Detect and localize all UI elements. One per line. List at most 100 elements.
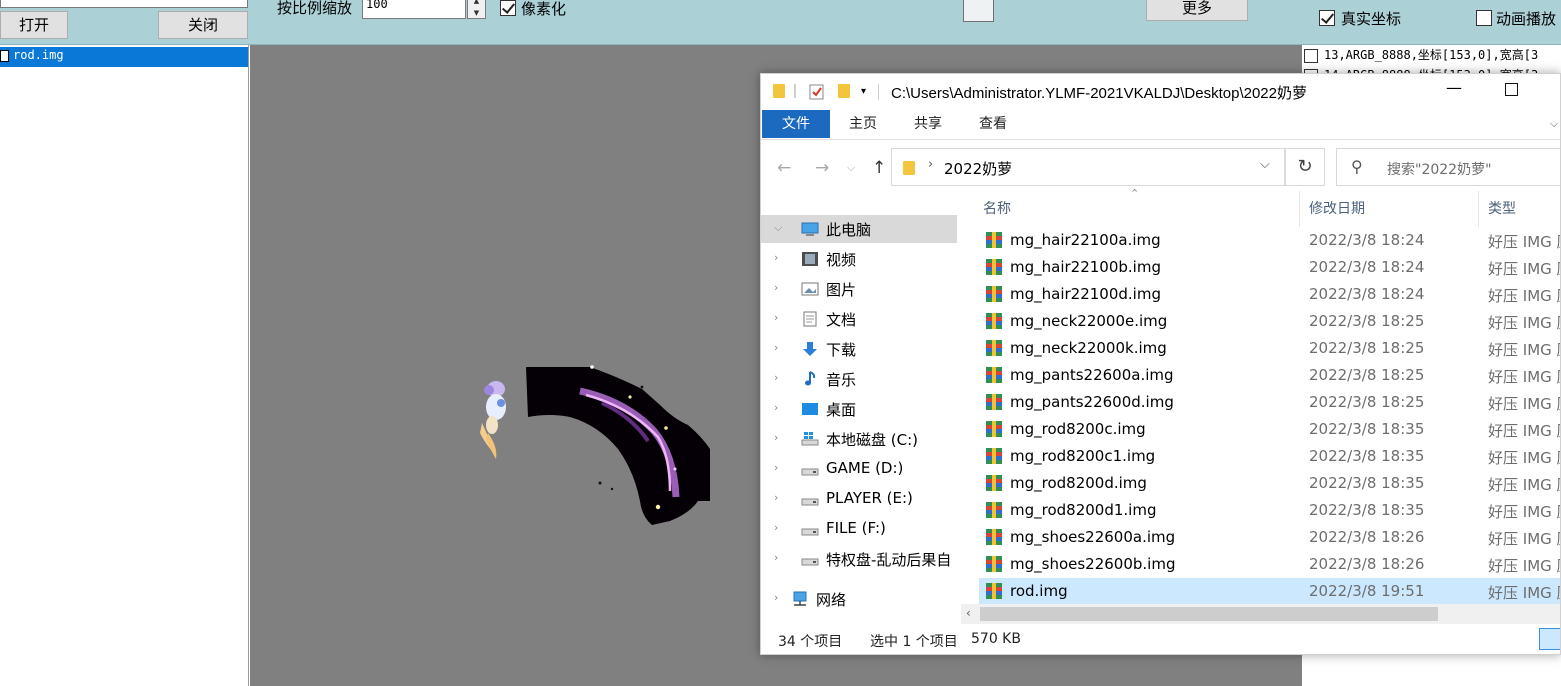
file-row[interactable]: mg_hair22100d.img 2022/3/8 18:24 好压 IMG 压 [979, 281, 1560, 308]
file-row[interactable]: mg_shoes22600b.img 2022/3/8 18:26 好压 IMG 压 [979, 551, 1560, 578]
column-divider[interactable] [1299, 191, 1300, 227]
file-row[interactable]: mg_shoes22600a.img 2022/3/8 18:26 好压 IMG 压 [979, 524, 1560, 551]
scale-spinner[interactable]: ▲ ▼ [467, 0, 486, 19]
forward-arrow-icon[interactable]: → [815, 158, 829, 178]
tab-file[interactable]: 文件 [762, 110, 830, 138]
new-folder-icon[interactable] [838, 84, 850, 98]
explorer-titlebar[interactable]: ▾ C:\Users\Administrator.YLMF-2021VKALDJ… [761, 74, 1560, 110]
chevron-right-icon[interactable]: › [774, 251, 778, 264]
list-item-label: 13,ARGB_8888,坐标[153,0],宽高[3 [1324, 48, 1539, 62]
expand-ribbon-icon[interactable]: ⌵ [1547, 110, 1560, 138]
properties-icon[interactable] [809, 83, 825, 100]
pixelate-checkbox[interactable] [500, 0, 516, 16]
scale-input[interactable]: 100 [362, 0, 466, 19]
file-row[interactable]: mg_hair22100a.img 2022/3/8 18:24 好压 IMG 压 [979, 227, 1560, 254]
file-explorer-window[interactable]: ▾ C:\Users\Administrator.YLMF-2021VKALDJ… [760, 73, 1561, 655]
chevron-down-icon[interactable]: ⌵ [774, 221, 782, 235]
file-row[interactable]: rod.img 2022/3/8 19:51 好压 IMG 压 [979, 578, 1560, 605]
documents-icon [803, 311, 817, 327]
nav-item-desktop[interactable]: › 桌面 [761, 395, 957, 423]
back-arrow-icon[interactable]: ← [777, 158, 791, 178]
nav-item-this-pc[interactable]: ⌵ 此电脑 [761, 215, 957, 243]
path-input[interactable] [0, 0, 248, 8]
file-row[interactable]: mg_pants22600d.img 2022/3/8 18:25 好压 IMG 压 [979, 389, 1560, 416]
archive-file-icon [986, 286, 1002, 302]
open-button[interactable]: 打开 [0, 11, 68, 39]
file-date: 2022/3/8 18:24 [1309, 285, 1425, 303]
file-row[interactable]: mg_rod8200d1.img 2022/3/8 18:35 好压 IMG 压 [979, 497, 1560, 524]
nav-item-pictures[interactable]: › 图片 [761, 275, 957, 303]
column-header-date[interactable]: 修改日期 [1309, 191, 1365, 227]
list-item[interactable]: rod.img [0, 47, 248, 67]
file-date: 2022/3/8 18:24 [1309, 231, 1425, 249]
column-header-name[interactable]: 名称 [983, 191, 1011, 227]
nav-item-game-d[interactable]: › GAME (D:) [761, 455, 957, 483]
spinner-down-icon[interactable]: ▼ [468, 7, 485, 19]
chevron-right-icon[interactable]: › [774, 491, 778, 504]
maximize-icon[interactable] [1505, 83, 1518, 96]
file-type: 好压 IMG 压 [1488, 476, 1560, 494]
chevron-right-icon[interactable]: › [774, 341, 778, 354]
nav-item-privileged-drive[interactable]: › 特权盘-乱动后果自 [761, 545, 957, 573]
up-arrow-icon[interactable]: ↑ [872, 158, 886, 178]
search-input[interactable]: ⚲ 搜索"2022奶萝" [1336, 148, 1560, 186]
nav-item-downloads[interactable]: › 下载 [761, 335, 957, 363]
close-button[interactable]: 关闭 [158, 11, 248, 39]
chevron-right-icon[interactable]: › [774, 591, 778, 604]
tab-home[interactable]: 主页 [839, 110, 887, 138]
chevron-right-icon[interactable]: › [774, 431, 778, 444]
spinner-up-icon[interactable]: ▲ [468, 0, 485, 7]
list-item[interactable]: 13,ARGB_8888,坐标[153,0],宽高[3 [1304, 46, 1538, 66]
chevron-right-icon[interactable]: › [774, 401, 778, 414]
navigation-pane[interactable]: ⌵ 此电脑 › 视频 › 图片 › 文档 › 下载 › 音乐 › 桌面 › 本地… [761, 212, 957, 624]
more-button[interactable]: 更多 [1146, 0, 1248, 21]
file-row[interactable]: mg_pants22600a.img 2022/3/8 18:25 好压 IMG 压 [979, 362, 1560, 389]
img-file-list[interactable]: rod.img [0, 45, 249, 686]
chevron-right-icon[interactable]: › [774, 371, 778, 384]
animate-label: 动画播放 [1496, 10, 1557, 28]
recent-locations-icon[interactable]: ⌵ [847, 161, 855, 175]
breadcrumb[interactable]: 2022奶萝 [944, 158, 1012, 179]
file-name: mg_shoes22600a.img [1010, 528, 1176, 546]
list-item-checkbox[interactable] [0, 50, 9, 62]
chevron-right-icon[interactable]: › [774, 551, 778, 564]
file-row[interactable]: mg_rod8200c.img 2022/3/8 18:35 好压 IMG 压 [979, 416, 1560, 443]
nav-item-documents[interactable]: › 文档 [761, 305, 957, 333]
file-row[interactable]: mg_neck22000e.img 2022/3/8 18:25 好压 IMG 压 [979, 308, 1560, 335]
scrollbar-thumb[interactable] [980, 607, 1438, 621]
list-item-checkbox[interactable] [1304, 48, 1318, 63]
tab-view[interactable]: 查看 [969, 110, 1017, 138]
nav-item-videos[interactable]: › 视频 [761, 245, 957, 273]
chevron-right-icon[interactable]: › [774, 461, 778, 474]
column-header-type[interactable]: 类型 [1488, 191, 1516, 227]
nav-item-local-disk-c[interactable]: › 本地磁盘 (C:) [761, 425, 957, 453]
file-row[interactable]: mg_rod8200c1.img 2022/3/8 18:35 好压 IMG 压 [979, 443, 1560, 470]
details-view-icon[interactable] [1539, 628, 1560, 650]
item-count: 34 个项目 [778, 634, 843, 650]
nav-item-player-e[interactable]: › PLAYER (E:) [761, 485, 957, 513]
horizontal-scrollbar[interactable]: ‹ [961, 604, 1560, 624]
column-divider[interactable] [1478, 191, 1479, 227]
nav-item-music[interactable]: › 音乐 [761, 365, 957, 393]
color-swatch[interactable] [963, 0, 994, 22]
file-row[interactable]: mg_rod8200d.img 2022/3/8 18:35 好压 IMG 压 [979, 470, 1560, 497]
nav-item-file-f[interactable]: › FILE (F:) [761, 515, 957, 543]
refresh-icon[interactable]: ↻ [1285, 148, 1325, 186]
chevron-right-icon[interactable]: › [774, 521, 778, 534]
minimize-icon[interactable]: — [1446, 78, 1462, 97]
chevron-right-icon[interactable]: › [928, 157, 933, 172]
chevron-down-icon[interactable]: ⌵ [1260, 157, 1270, 172]
scroll-left-icon[interactable]: ‹ [966, 606, 971, 620]
file-row[interactable]: mg_neck22000k.img 2022/3/8 18:25 好压 IMG 压 [979, 335, 1560, 362]
nav-item-network[interactable]: › 网络 [761, 585, 957, 613]
animate-checkbox[interactable] [1476, 10, 1492, 26]
customize-dropdown-icon[interactable]: ▾ [861, 86, 866, 97]
chevron-right-icon[interactable]: › [774, 281, 778, 294]
real-coords-checkbox[interactable] [1319, 10, 1335, 26]
file-list-pane[interactable]: ⌃ 名称 修改日期 类型 mg_hair22100a.img 2022/3/8 1… [978, 187, 1560, 625]
address-bar[interactable]: › 2022奶萝 ⌵ [891, 148, 1285, 186]
file-row[interactable]: mg_hair22100b.img 2022/3/8 18:24 好压 IMG 压 [979, 254, 1560, 281]
nav-item-label: 图片 [826, 281, 857, 299]
chevron-right-icon[interactable]: › [774, 311, 778, 324]
tab-share[interactable]: 共享 [904, 110, 952, 138]
